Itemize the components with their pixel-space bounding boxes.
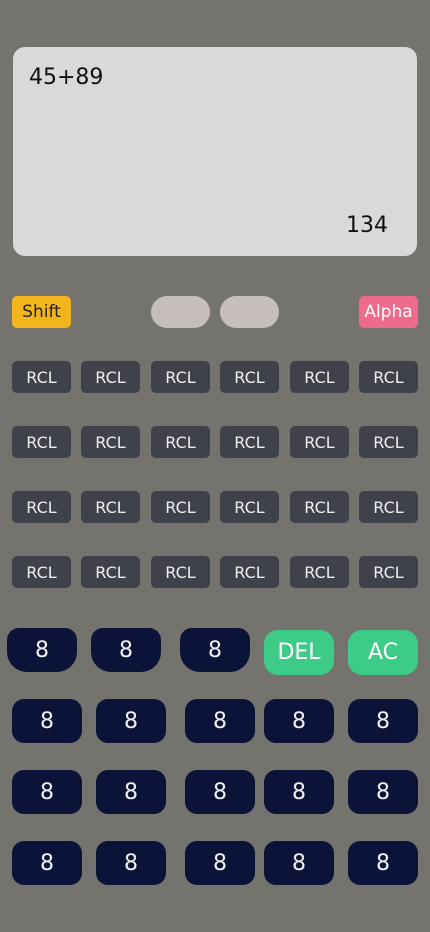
number-key[interactable]: 8 — [96, 770, 166, 814]
rcl-button[interactable]: RCL — [359, 426, 418, 458]
rcl-button[interactable]: RCL — [220, 426, 279, 458]
number-key[interactable]: 8 — [91, 628, 161, 672]
rcl-button[interactable]: RCL — [151, 556, 210, 588]
number-key[interactable]: 8 — [264, 699, 334, 743]
rcl-button[interactable]: RCL — [12, 491, 71, 523]
rcl-button[interactable]: RCL — [151, 491, 210, 523]
number-key[interactable]: 8 — [264, 770, 334, 814]
blank-pill-button-right[interactable] — [220, 296, 279, 328]
number-key[interactable]: 8 — [180, 628, 250, 672]
rcl-button[interactable]: RCL — [12, 556, 71, 588]
number-key[interactable]: 8 — [12, 841, 82, 885]
expression-text: 45+89 — [29, 65, 104, 90]
rcl-button[interactable]: RCL — [12, 426, 71, 458]
result-text: 134 — [346, 213, 388, 238]
rcl-button[interactable]: RCL — [220, 361, 279, 393]
number-key[interactable]: 8 — [12, 699, 82, 743]
rcl-button[interactable]: RCL — [81, 426, 140, 458]
all-clear-button[interactable]: AC — [348, 630, 418, 675]
rcl-button[interactable]: RCL — [81, 556, 140, 588]
number-key[interactable]: 8 — [96, 841, 166, 885]
number-key[interactable]: 8 — [264, 841, 334, 885]
number-key[interactable]: 8 — [348, 770, 418, 814]
rcl-button[interactable]: RCL — [290, 361, 349, 393]
rcl-button[interactable]: RCL — [290, 491, 349, 523]
rcl-button[interactable]: RCL — [359, 361, 418, 393]
number-key[interactable]: 8 — [185, 699, 255, 743]
rcl-button[interactable]: RCL — [151, 426, 210, 458]
delete-button[interactable]: DEL — [264, 630, 334, 675]
number-key[interactable]: 8 — [12, 770, 82, 814]
number-key[interactable]: 8 — [185, 841, 255, 885]
alpha-button[interactable]: Alpha — [359, 296, 418, 328]
rcl-button[interactable]: RCL — [290, 556, 349, 588]
rcl-button[interactable]: RCL — [220, 491, 279, 523]
rcl-button[interactable]: RCL — [151, 361, 210, 393]
shift-button[interactable]: Shift — [12, 296, 71, 328]
rcl-button[interactable]: RCL — [12, 361, 71, 393]
number-key[interactable]: 8 — [96, 699, 166, 743]
number-key[interactable]: 8 — [348, 699, 418, 743]
rcl-button[interactable]: RCL — [81, 491, 140, 523]
rcl-button[interactable]: RCL — [290, 426, 349, 458]
rcl-button[interactable]: RCL — [81, 361, 140, 393]
rcl-button[interactable]: RCL — [359, 556, 418, 588]
number-key[interactable]: 8 — [7, 628, 77, 672]
number-key[interactable]: 8 — [348, 841, 418, 885]
number-key[interactable]: 8 — [185, 770, 255, 814]
calculator-display: 45+89 134 — [13, 47, 417, 256]
rcl-button[interactable]: RCL — [220, 556, 279, 588]
blank-pill-button-left[interactable] — [151, 296, 210, 328]
rcl-button[interactable]: RCL — [359, 491, 418, 523]
